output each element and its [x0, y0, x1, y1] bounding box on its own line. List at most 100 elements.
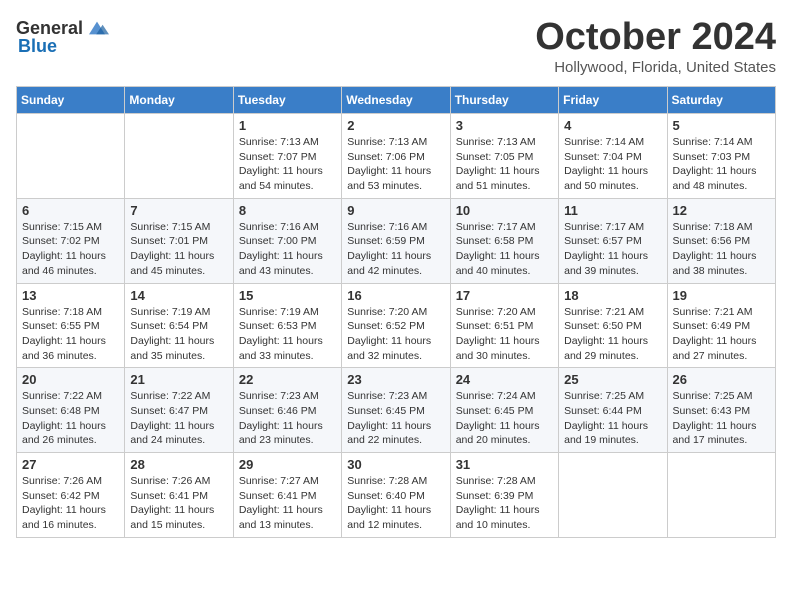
day-cell-13: 13 Sunrise: 7:18 AMSunset: 6:55 PMDayligh… [17, 283, 125, 368]
day-info: Sunrise: 7:26 AMSunset: 6:42 PMDaylight:… [22, 474, 119, 533]
weekday-header-saturday: Saturday [667, 87, 775, 114]
day-cell-29: 29 Sunrise: 7:27 AMSunset: 6:41 PMDayligh… [233, 453, 341, 538]
day-cell-30: 30 Sunrise: 7:28 AMSunset: 6:40 PMDayligh… [342, 453, 450, 538]
day-cell-26: 26 Sunrise: 7:25 AMSunset: 6:43 PMDayligh… [667, 368, 775, 453]
day-info: Sunrise: 7:23 AMSunset: 6:46 PMDaylight:… [239, 389, 336, 448]
day-info: Sunrise: 7:21 AMSunset: 6:49 PMDaylight:… [673, 305, 770, 364]
day-cell-21: 21 Sunrise: 7:22 AMSunset: 6:47 PMDayligh… [125, 368, 233, 453]
day-number: 5 [673, 118, 770, 133]
day-info: Sunrise: 7:28 AMSunset: 6:40 PMDaylight:… [347, 474, 444, 533]
day-info: Sunrise: 7:16 AMSunset: 6:59 PMDaylight:… [347, 220, 444, 279]
logo-icon [85, 16, 109, 40]
day-info: Sunrise: 7:19 AMSunset: 6:54 PMDaylight:… [130, 305, 227, 364]
day-cell-5: 5Sunrise: 7:14 AMSunset: 7:03 PMDaylight… [667, 114, 775, 199]
day-info: Sunrise: 7:22 AMSunset: 6:47 PMDaylight:… [130, 389, 227, 448]
day-cell-22: 22 Sunrise: 7:23 AMSunset: 6:46 PMDayligh… [233, 368, 341, 453]
week-row-1: 1 Sunrise: 7:13 AMSunset: 7:07 PMDaylight… [17, 114, 776, 199]
day-number: 11 [564, 203, 661, 218]
day-number: 17 [456, 288, 553, 303]
day-cell-6: 6Sunrise: 7:15 AMSunset: 7:02 PMDaylight… [17, 198, 125, 283]
day-cell-4: 4Sunrise: 7:14 AMSunset: 7:04 PMDaylight… [559, 114, 667, 199]
day-info: Sunrise: 7:19 AMSunset: 6:53 PMDaylight:… [239, 305, 336, 364]
day-number: 21 [130, 372, 227, 387]
day-cell-2: 2Sunrise: 7:13 AMSunset: 7:06 PMDaylight… [342, 114, 450, 199]
day-number: 8 [239, 203, 336, 218]
day-number: 26 [673, 372, 770, 387]
day-number: 16 [347, 288, 444, 303]
day-number: 15 [239, 288, 336, 303]
day-info: Sunrise: 7:27 AMSunset: 6:41 PMDaylight:… [239, 474, 336, 533]
day-number: 31 [456, 457, 553, 472]
day-info: Sunrise: 7:13 AMSunset: 7:07 PMDaylight:… [239, 135, 336, 194]
day-info: Sunrise: 7:25 AMSunset: 6:43 PMDaylight:… [673, 389, 770, 448]
day-info: Sunrise: 7:15 AMSunset: 7:02 PMDaylight:… [22, 220, 119, 279]
day-number: 13 [22, 288, 119, 303]
weekday-header-tuesday: Tuesday [233, 87, 341, 114]
empty-cell [17, 114, 125, 199]
day-info: Sunrise: 7:20 AMSunset: 6:51 PMDaylight:… [456, 305, 553, 364]
day-cell-11: 11Sunrise: 7:17 AMSunset: 6:57 PMDayligh… [559, 198, 667, 283]
day-info: Sunrise: 7:21 AMSunset: 6:50 PMDaylight:… [564, 305, 661, 364]
day-number: 29 [239, 457, 336, 472]
day-info: Sunrise: 7:16 AMSunset: 7:00 PMDaylight:… [239, 220, 336, 279]
day-cell-17: 17 Sunrise: 7:20 AMSunset: 6:51 PMDayligh… [450, 283, 558, 368]
month-title: October 2024 [535, 16, 776, 59]
day-cell-9: 9 Sunrise: 7:16 AMSunset: 6:59 PMDaylight… [342, 198, 450, 283]
day-cell-10: 10 Sunrise: 7:17 AMSunset: 6:58 PMDayligh… [450, 198, 558, 283]
day-info: Sunrise: 7:26 AMSunset: 6:41 PMDaylight:… [130, 474, 227, 533]
week-row-5: 27 Sunrise: 7:26 AMSunset: 6:42 PMDayligh… [17, 453, 776, 538]
day-info: Sunrise: 7:18 AMSunset: 6:56 PMDaylight:… [673, 220, 770, 279]
title-section: October 2024 Hollywood, Florida, United … [535, 16, 776, 76]
day-number: 23 [347, 372, 444, 387]
weekday-header-row: SundayMondayTuesdayWednesdayThursdayFrid… [17, 87, 776, 114]
day-cell-19: 19Sunrise: 7:21 AMSunset: 6:49 PMDayligh… [667, 283, 775, 368]
day-number: 1 [239, 118, 336, 133]
day-info: Sunrise: 7:17 AMSunset: 6:58 PMDaylight:… [456, 220, 553, 279]
day-cell-23: 23 Sunrise: 7:23 AMSunset: 6:45 PMDayligh… [342, 368, 450, 453]
day-cell-3: 3 Sunrise: 7:13 AMSunset: 7:05 PMDaylight… [450, 114, 558, 199]
day-number: 7 [130, 203, 227, 218]
empty-cell [125, 114, 233, 199]
day-cell-27: 27 Sunrise: 7:26 AMSunset: 6:42 PMDayligh… [17, 453, 125, 538]
day-number: 24 [456, 372, 553, 387]
day-cell-28: 28 Sunrise: 7:26 AMSunset: 6:41 PMDayligh… [125, 453, 233, 538]
day-info: Sunrise: 7:13 AMSunset: 7:05 PMDaylight:… [456, 135, 553, 194]
day-number: 28 [130, 457, 227, 472]
day-info: Sunrise: 7:20 AMSunset: 6:52 PMDaylight:… [347, 305, 444, 364]
day-number: 10 [456, 203, 553, 218]
day-number: 9 [347, 203, 444, 218]
week-row-4: 20Sunrise: 7:22 AMSunset: 6:48 PMDayligh… [17, 368, 776, 453]
day-number: 27 [22, 457, 119, 472]
day-cell-15: 15 Sunrise: 7:19 AMSunset: 6:53 PMDayligh… [233, 283, 341, 368]
day-number: 2 [347, 118, 444, 133]
day-number: 3 [456, 118, 553, 133]
week-row-3: 13 Sunrise: 7:18 AMSunset: 6:55 PMDayligh… [17, 283, 776, 368]
weekday-header-wednesday: Wednesday [342, 87, 450, 114]
day-cell-12: 12 Sunrise: 7:18 AMSunset: 6:56 PMDayligh… [667, 198, 775, 283]
weekday-header-thursday: Thursday [450, 87, 558, 114]
day-info: Sunrise: 7:28 AMSunset: 6:39 PMDaylight:… [456, 474, 553, 533]
day-number: 22 [239, 372, 336, 387]
empty-cell [667, 453, 775, 538]
weekday-header-monday: Monday [125, 87, 233, 114]
day-info: Sunrise: 7:24 AMSunset: 6:45 PMDaylight:… [456, 389, 553, 448]
day-cell-18: 18 Sunrise: 7:21 AMSunset: 6:50 PMDayligh… [559, 283, 667, 368]
day-number: 12 [673, 203, 770, 218]
day-cell-31: 31 Sunrise: 7:28 AMSunset: 6:39 PMDayligh… [450, 453, 558, 538]
day-cell-14: 14 Sunrise: 7:19 AMSunset: 6:54 PMDayligh… [125, 283, 233, 368]
day-info: Sunrise: 7:25 AMSunset: 6:44 PMDaylight:… [564, 389, 661, 448]
location: Hollywood, Florida, United States [535, 59, 776, 76]
day-number: 18 [564, 288, 661, 303]
day-number: 14 [130, 288, 227, 303]
calendar: SundayMondayTuesdayWednesdayThursdayFrid… [16, 86, 776, 538]
day-info: Sunrise: 7:18 AMSunset: 6:55 PMDaylight:… [22, 305, 119, 364]
empty-cell [559, 453, 667, 538]
day-cell-20: 20Sunrise: 7:22 AMSunset: 6:48 PMDayligh… [17, 368, 125, 453]
day-cell-8: 8 Sunrise: 7:16 AMSunset: 7:00 PMDaylight… [233, 198, 341, 283]
week-row-2: 6Sunrise: 7:15 AMSunset: 7:02 PMDaylight… [17, 198, 776, 283]
day-number: 4 [564, 118, 661, 133]
day-number: 30 [347, 457, 444, 472]
day-cell-7: 7Sunrise: 7:15 AMSunset: 7:01 PMDaylight… [125, 198, 233, 283]
day-info: Sunrise: 7:23 AMSunset: 6:45 PMDaylight:… [347, 389, 444, 448]
page-header: General Blue October 2024 Hollywood, Flo… [16, 16, 776, 76]
